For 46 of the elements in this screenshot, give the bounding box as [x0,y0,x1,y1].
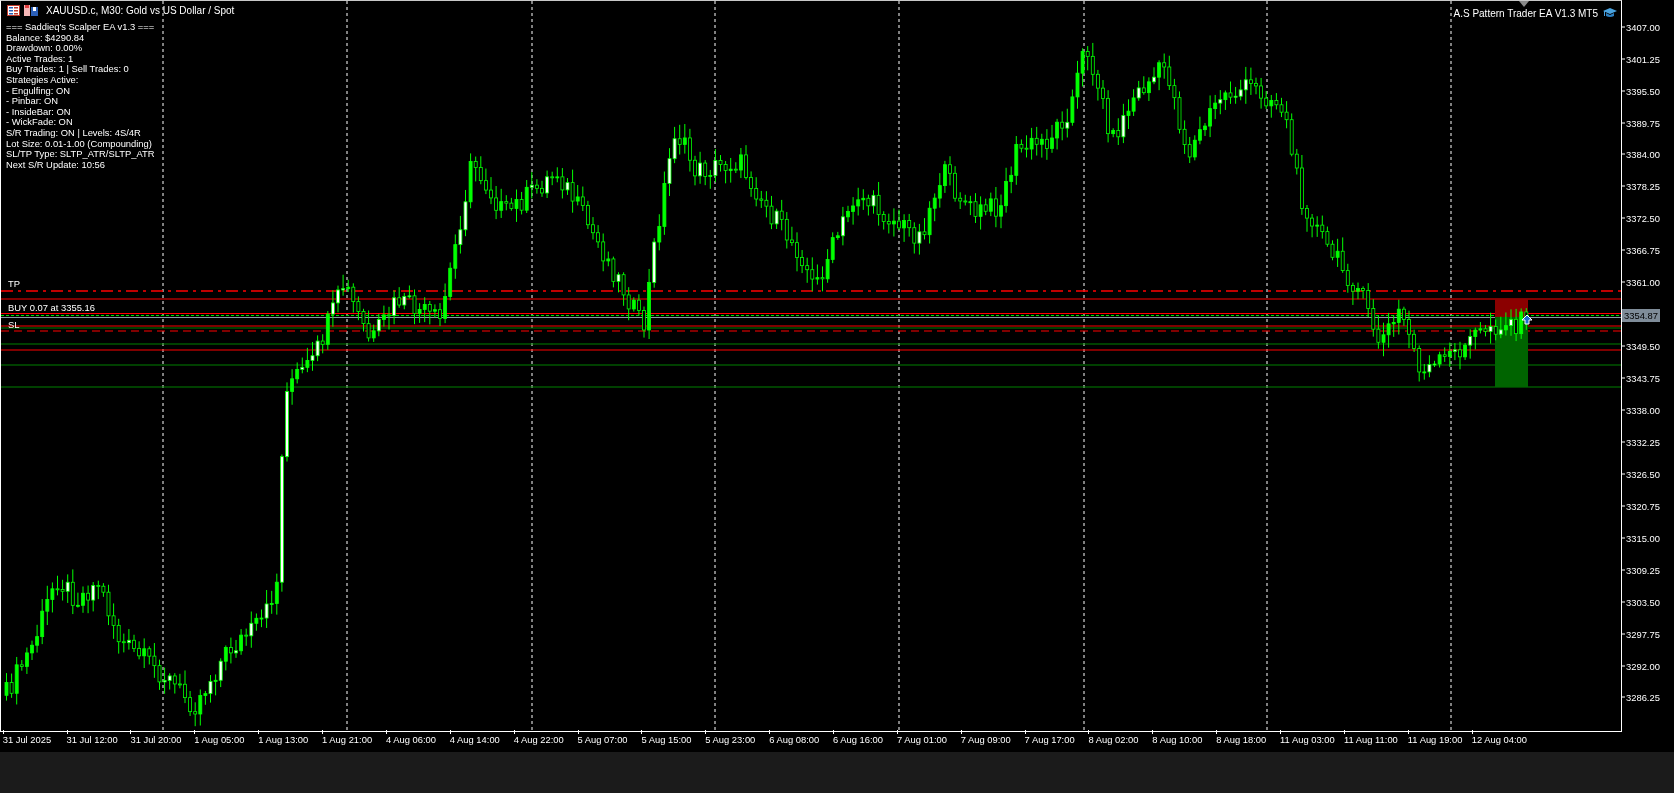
info-line: === Saddieq's Scalper EA v1.3 === [6,22,155,33]
info-line: - Engulfing: ON [6,85,72,97]
price-label: 3292.00 [1626,660,1660,671]
info-line: - InsideBar: ON [6,106,72,118]
price-label: 3378.25 [1626,180,1660,192]
price-label: 3343.75 [1626,372,1660,384]
info-line: - WickFade: ON [6,117,74,128]
price-label: 3320.75 [1626,500,1660,512]
price-label: 3395.50 [1626,85,1660,97]
triangle-icon [1519,1,1529,7]
level-label: SL [8,319,20,330]
price-label: 3361.00 [1626,276,1660,288]
price-label: 3407.00 [1626,21,1660,33]
info-line: Next S/R Update: 10:56 [6,159,105,171]
price-label: 3338.00 [1626,404,1660,416]
price-label: 3326.50 [1626,468,1660,480]
graduation-cap-icon[interactable] [1603,7,1617,19]
buy-arrow-icon [1521,314,1533,325]
info-line: SL/TP Type: SLTP_ATR/SLTP_ATR [6,149,155,160]
level-label: TP [8,278,20,289]
info-line: Lot Size: 0.01-1.00 (Compounding) [6,138,153,150]
info-line: Strategies Active: [6,74,80,86]
price-label: 3372.50 [1626,212,1660,224]
price-label: 3349.50 [1626,340,1660,352]
price-label: 3297.75 [1626,628,1660,640]
level-label: BUY 0.07 at 3355.16 [8,302,95,313]
price-label: 3389.75 [1626,117,1660,128]
info-line: Balance: $4290.84 [6,32,85,44]
info-line: Buy Trades: 1 | Sell Trades: 0 [6,64,130,75]
info-line: Drawdown: 0.00% [6,43,84,54]
price-label: 3384.00 [1626,148,1660,160]
price-label: 3303.50 [1626,596,1660,608]
chart-list-icon [7,5,20,16]
price-label: 3286.25 [1626,691,1660,703]
price-label: 3309.25 [1626,564,1660,576]
window-icon [24,5,38,16]
info-line: Active Trades: 1 [6,53,75,65]
info-line: S/R Trading: ON | Levels: 4S/4R [6,127,142,139]
price-label: 3366.75 [1626,244,1660,256]
info-line: - Pinbar: ON [6,96,60,107]
price-label: 3315.00 [1626,532,1660,544]
indicator-label: A.S Pattern Trader EA V1.3 MT5 [1453,7,1598,19]
price-label: 3401.25 [1626,53,1660,65]
window-title: XAUUSD.c, M30: Gold vs US Dollar / Spot [46,5,235,16]
price-label: 3332.25 [1626,436,1660,448]
current-price-tag: 3354.87 [1622,309,1660,322]
